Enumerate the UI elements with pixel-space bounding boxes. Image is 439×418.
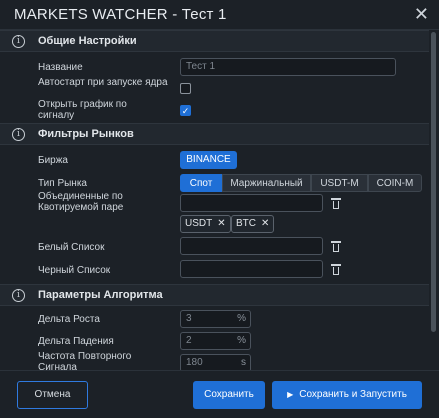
quote-tag-usdt[interactable]: USDT ✕ (180, 215, 231, 233)
fall-delta-input[interactable]: 2 % (180, 332, 251, 350)
info-icon: i (12, 128, 25, 141)
close-icon[interactable]: ✕ (414, 4, 429, 25)
market-type-coin-m[interactable]: COIN-M (368, 174, 422, 192)
section-filters-header[interactable]: i Фильтры Рынков (0, 123, 429, 145)
percent-unit: % (237, 335, 246, 346)
title-bar: MARKETS WATCHER - Тест 1 ✕ (0, 0, 439, 30)
scrollbar[interactable] (429, 30, 437, 370)
settings-content: i Общие Настройки Название Тест 1 Автост… (0, 30, 439, 370)
trash-icon[interactable] (331, 197, 341, 209)
tag-label: USDT (185, 218, 213, 229)
remove-tag-icon[interactable]: ✕ (261, 218, 269, 229)
fall-delta-value: 2 (186, 335, 192, 346)
open-chart-checkbox[interactable]: ✓ (180, 105, 191, 116)
quote-tag-btc[interactable]: BTC ✕ (231, 215, 275, 233)
autostart-checkbox[interactable] (180, 83, 191, 94)
open-chart-label: Открыть график по сигналу (38, 99, 127, 121)
name-field[interactable]: Тест 1 (180, 58, 396, 76)
play-icon: ▶ (287, 390, 294, 399)
remove-tag-icon[interactable]: ✕ (217, 218, 225, 229)
autostart-label: Автостарт при запуске ядра (38, 77, 168, 88)
whitelist-label: Белый Список (38, 242, 105, 253)
info-icon: i (12, 35, 25, 48)
save-and-run-button[interactable]: ▶ Сохранить и Запустить (272, 381, 422, 409)
section-general-header[interactable]: i Общие Настройки (0, 30, 429, 52)
market-type-spot[interactable]: Спот (180, 174, 222, 192)
info-icon: i (12, 289, 25, 302)
market-type-margin[interactable]: Маржинальный (222, 174, 311, 192)
seconds-unit: s (241, 357, 246, 368)
dialog-footer: Отмена Сохранить ▶ Сохранить и Запустить (0, 370, 439, 418)
scrollbar-thumb[interactable] (431, 32, 436, 332)
tag-label: BTC (236, 218, 256, 229)
fall-delta-label: Дельта Падения (38, 336, 114, 347)
growth-delta-value: 3 (186, 313, 192, 324)
growth-delta-label: Дельта Роста (38, 314, 100, 325)
quote-input[interactable] (180, 194, 323, 212)
exchange-button[interactable]: BINANCE (180, 151, 237, 169)
percent-unit: % (237, 313, 246, 324)
growth-delta-input[interactable]: 3 % (180, 310, 251, 328)
blacklist-label: Черный Список (38, 265, 111, 276)
section-general-title: Общие Настройки (38, 35, 137, 47)
blacklist-input[interactable] (180, 260, 323, 278)
save-and-run-label: Сохранить и Запустить (299, 389, 407, 400)
section-algorithm-header[interactable]: i Параметры Алгоритма (0, 284, 429, 306)
trash-icon[interactable] (331, 263, 341, 275)
section-filters-title: Фильтры Рынков (38, 128, 134, 140)
trash-icon[interactable] (331, 240, 341, 252)
market-type-label: Тип Рынка (38, 178, 87, 189)
whitelist-input[interactable] (180, 237, 323, 255)
save-button[interactable]: Сохранить (193, 381, 265, 409)
section-algorithm-title: Параметры Алгоритма (38, 289, 163, 301)
repeat-frequency-value: 180 (186, 357, 203, 368)
repeat-frequency-label: Частота Повторного Сигнала (38, 351, 132, 370)
window-title: MARKETS WATCHER - Тест 1 (14, 6, 227, 23)
market-type-usdt-m[interactable]: USDT-M (311, 174, 368, 192)
quote-label: Объединенные по Квотируемой паре (38, 191, 124, 213)
exchange-label: Биржа (38, 155, 68, 166)
repeat-frequency-input[interactable]: 180 s (180, 354, 251, 370)
cancel-button[interactable]: Отмена (17, 381, 88, 409)
name-label: Название (38, 62, 83, 73)
